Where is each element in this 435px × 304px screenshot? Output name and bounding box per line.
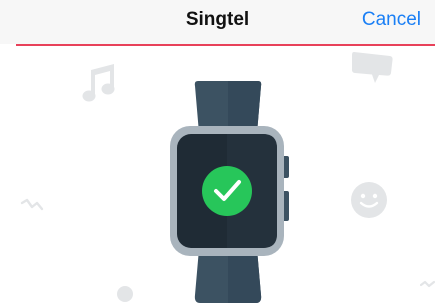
watch-icon — [170, 81, 289, 303]
chat-bubble-icon — [351, 51, 393, 83]
dot-icon — [117, 286, 133, 302]
squiggle-icon — [20, 198, 44, 211]
pairing-illustration — [0, 46, 435, 303]
music-note-icon — [82, 64, 115, 102]
cancel-button[interactable]: Cancel — [362, 9, 421, 31]
smiley-icon — [351, 182, 387, 218]
navigation-bar: Singtel Cancel — [0, 0, 435, 44]
squiggle-icon — [420, 280, 435, 288]
checkmark-icon — [202, 166, 252, 216]
